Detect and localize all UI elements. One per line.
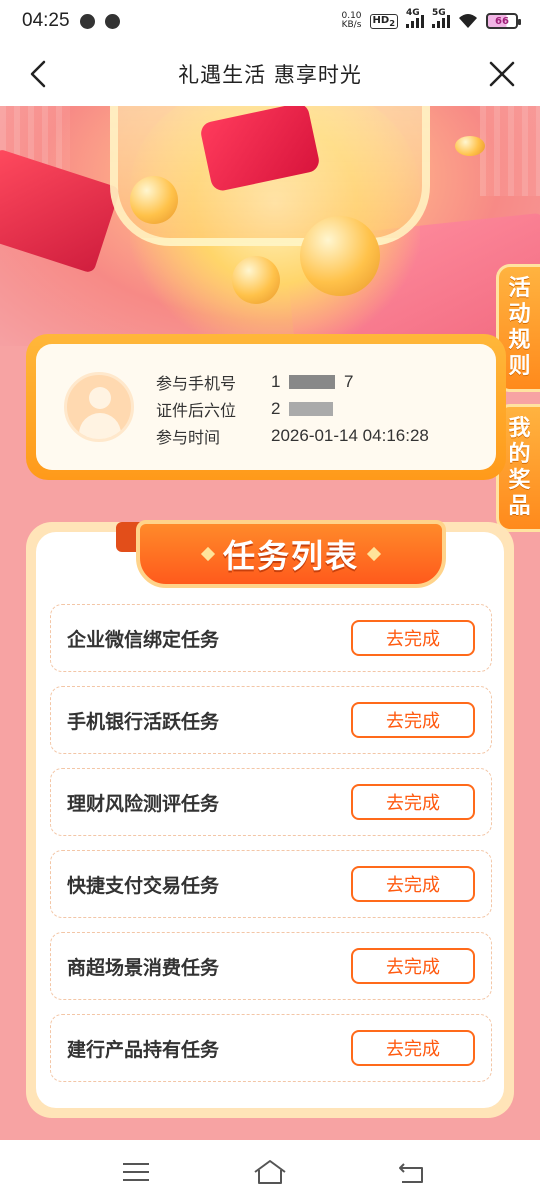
task-name: 理财风险测评任务 [67, 792, 220, 815]
status-left: 04:25 [22, 10, 120, 32]
prizes-char: 的 [508, 442, 531, 467]
back-arrow-icon[interactable] [24, 58, 56, 90]
battery-level: 66 [495, 15, 509, 27]
prizes-char: 我 [508, 416, 531, 441]
signal-4g-label: 4G [406, 8, 420, 18]
hd-label: HD [372, 14, 390, 26]
participant-info-inner: 参与手机号 1 7 证件后六位 2 参与时间 2026-01-14 04:16:… [36, 344, 496, 470]
phone-value: 1 7 [271, 372, 353, 392]
id-row: 证件后六位 2 [156, 395, 429, 422]
net-speed-unit: KB/s [341, 20, 362, 30]
id-value: 2 [271, 398, 334, 419]
task-item: 快捷支付交易任务 去完成 [50, 850, 492, 918]
phone-prefix: 1 [271, 371, 281, 391]
battery-icon: 66 [486, 13, 521, 29]
wifi-icon [459, 14, 477, 28]
signal-5g-label: 5G [432, 8, 446, 18]
menu-icon[interactable] [120, 1158, 152, 1186]
complete-task-button[interactable]: 去完成 [351, 866, 475, 902]
diamond-icon [200, 546, 216, 562]
task-list-header: 任务列表 [136, 520, 446, 588]
status-time: 04:25 [22, 10, 70, 31]
coin-image [232, 256, 280, 304]
coin-image [455, 136, 485, 156]
phone-row: 参与手机号 1 7 [156, 368, 429, 395]
coin-image [300, 216, 380, 296]
id-label: 证件后六位 [156, 400, 237, 420]
id-prefix: 2 [271, 398, 281, 418]
rules-char: 规 [508, 328, 531, 353]
page-title: 礼遇生活 惠享时光 [178, 63, 362, 87]
coin-image [130, 176, 178, 224]
avatar-head [89, 387, 111, 409]
rules-char: 则 [508, 354, 531, 379]
task-list-title: 任务列表 [222, 537, 359, 575]
task-list: 企业微信绑定任务 去完成 手机银行活跃任务 去完成 理财风险测评任务 去完成 快… [50, 604, 492, 1096]
id-mask [289, 402, 334, 417]
rules-char: 活 [508, 276, 531, 301]
task-item: 企业微信绑定任务 去完成 [50, 604, 492, 672]
complete-task-button[interactable]: 去完成 [351, 1030, 475, 1066]
back-nav-icon[interactable] [396, 1158, 428, 1186]
task-item: 手机银行活跃任务 去完成 [50, 686, 492, 754]
close-icon[interactable] [486, 58, 518, 90]
message-icon [104, 13, 120, 29]
diamond-icon [366, 546, 382, 562]
task-panel: 任务列表 企业微信绑定任务 去完成 手机银行活跃任务 去完成 理财风险测评任务 … [26, 520, 514, 1118]
prizes-char: 奖 [508, 468, 531, 493]
phone-label: 参与手机号 [156, 373, 237, 393]
alarm-icon [79, 13, 95, 29]
complete-task-button[interactable]: 去完成 [351, 948, 475, 984]
status-right: 0.10 KB/s HD2 4G 5G 66 [341, 8, 521, 30]
hero-building-right [480, 106, 540, 196]
phone-mask [289, 375, 336, 390]
info-rows: 参与手机号 1 7 证件后六位 2 参与时间 2026-01-14 04:16:… [156, 368, 429, 449]
task-name: 建行产品持有任务 [67, 1038, 220, 1061]
avatar-body [79, 413, 121, 439]
complete-task-button[interactable]: 去完成 [351, 620, 475, 656]
hd-sub: 2 [389, 17, 395, 28]
hd-badge: HD2 [369, 13, 398, 29]
home-icon[interactable] [252, 1158, 288, 1186]
time-value: 2026-01-14 04:16:28 [271, 425, 429, 445]
task-name: 商超场景消费任务 [67, 956, 220, 979]
rules-char: 动 [508, 302, 531, 327]
nav-bar: 礼遇生活 惠享时光 [0, 42, 540, 106]
complete-task-button[interactable]: 去完成 [351, 702, 475, 738]
task-name: 企业微信绑定任务 [67, 628, 220, 651]
hero-banner [0, 106, 540, 346]
prizes-char: 品 [508, 494, 531, 519]
participant-info-card: 参与手机号 1 7 证件后六位 2 参与时间 2026-01-14 04:16:… [26, 334, 506, 480]
complete-task-button[interactable]: 去完成 [351, 784, 475, 820]
avatar [64, 372, 134, 442]
system-nav-bar [0, 1140, 540, 1204]
net-speed: 0.10 KB/s [341, 12, 361, 30]
time-label: 参与时间 [156, 427, 221, 447]
task-name: 手机银行活跃任务 [67, 710, 220, 733]
status-bar: 04:25 0.10 KB/s HD2 4G 5G 66 [0, 0, 540, 42]
task-item: 商超场景消费任务 去完成 [50, 932, 492, 1000]
signal-5g-icon: 5G [432, 8, 450, 28]
task-name: 快捷支付交易任务 [67, 874, 220, 897]
task-item: 理财风险测评任务 去完成 [50, 768, 492, 836]
phone-suffix: 7 [343, 371, 354, 391]
task-item: 建行产品持有任务 去完成 [50, 1014, 492, 1082]
signal-4g-icon: 4G [406, 8, 424, 28]
task-panel-inner: 任务列表 企业微信绑定任务 去完成 手机银行活跃任务 去完成 理财风险测评任务 … [36, 520, 504, 1108]
time-row: 参与时间 2026-01-14 04:16:28 [156, 422, 429, 449]
